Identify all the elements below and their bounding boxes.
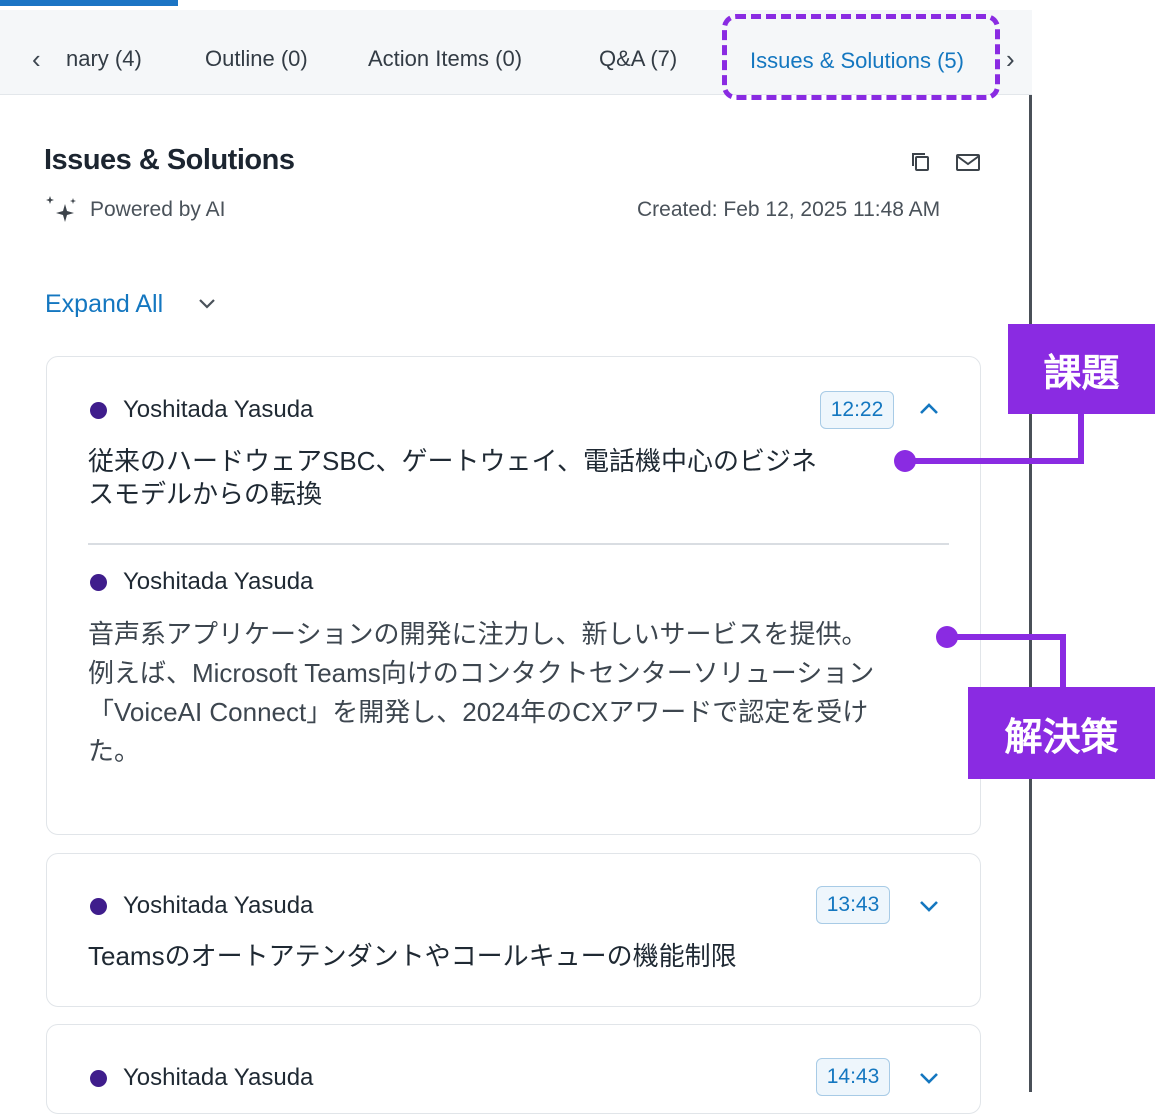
issue-text: 従来のハードウェアSBC、ゲートウェイ、電話機中心のビジネ スモデルからの転換: [88, 446, 817, 509]
tab-qa[interactable]: Q&A (7): [599, 46, 677, 72]
tab-outline[interactable]: Outline (0): [205, 46, 308, 72]
tab-action-items[interactable]: Action Items (0): [368, 46, 522, 72]
chevron-down-icon[interactable]: [916, 893, 942, 924]
solution-connector: [1060, 634, 1066, 687]
expand-all-button[interactable]: Expand All: [45, 290, 163, 319]
issue-connector: [908, 458, 1084, 464]
author-dot: [90, 402, 107, 419]
solution-text: 音声系アプリケーションの開発に注力し、新しいサービスを提供。 例えば、Micro…: [88, 619, 875, 766]
issue-connector-dot: [894, 450, 916, 472]
tab-summary[interactable]: nary (4): [66, 46, 142, 72]
sparkle-ai-icon: [45, 194, 79, 234]
created-timestamp: Created: Feb 12, 2025 11:48 AM: [637, 198, 941, 221]
email-share-icon[interactable]: [954, 150, 982, 179]
panel-edge-line: [1029, 95, 1032, 1092]
issue-callout: 課題: [1008, 324, 1155, 414]
page-title: Issues & Solutions: [44, 144, 295, 176]
issue-connector: [1078, 414, 1084, 464]
author-dot: [90, 898, 107, 915]
timestamp-badge[interactable]: 13:43: [816, 886, 890, 924]
chevron-down-icon[interactable]: [196, 292, 218, 319]
issue-author: Yoshitada Yasuda: [123, 1064, 314, 1091]
author-dot: [90, 574, 107, 591]
solution-callout: 解決策: [968, 687, 1155, 779]
copy-icon[interactable]: [909, 150, 933, 179]
timestamp-badge[interactable]: 12:22: [820, 391, 894, 429]
issue-card[interactable]: [46, 853, 981, 1007]
tab-scroll-right-icon[interactable]: ›: [1006, 46, 1015, 72]
tab-scroll-left-icon[interactable]: ‹: [32, 46, 41, 72]
issue-author: Yoshitada Yasuda: [123, 892, 314, 919]
solution-connector-dot: [936, 626, 958, 648]
solution-connector: [948, 634, 1066, 640]
solution-author: Yoshitada Yasuda: [123, 568, 314, 595]
issue-author: Yoshitada Yasuda: [123, 396, 314, 423]
tab-highlight-annotation: [722, 14, 1000, 100]
divider: [88, 543, 949, 545]
chevron-down-icon[interactable]: [916, 1065, 942, 1096]
author-dot: [90, 1070, 107, 1087]
timestamp-badge[interactable]: 14:43: [816, 1058, 890, 1096]
chevron-up-icon[interactable]: [916, 396, 942, 427]
issue-text: Teamsのオートアテンダントやコールキューの機能制限: [88, 941, 737, 971]
active-indicator-bar: [0, 0, 178, 6]
powered-by-label: Powered by AI: [90, 198, 226, 221]
